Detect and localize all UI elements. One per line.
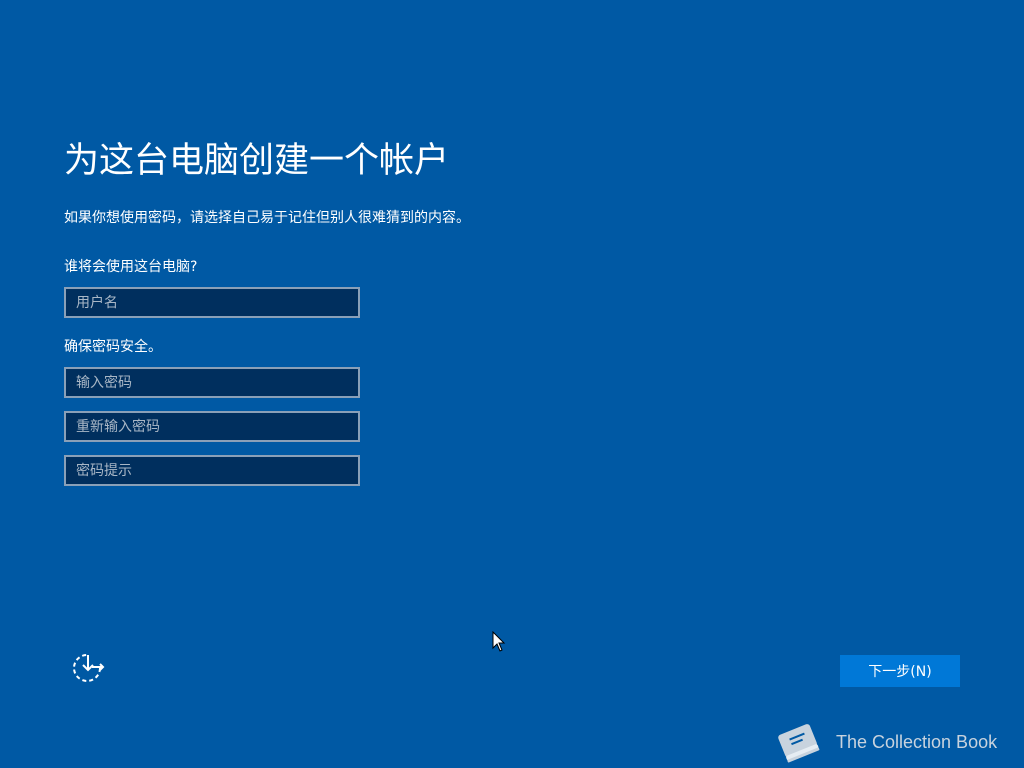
password-section-label: 确保密码安全。 [64, 339, 162, 355]
watermark-text: The Collection Book [836, 732, 998, 752]
confirm-password-input[interactable] [64, 411, 360, 442]
mouse-cursor-icon [492, 630, 506, 653]
password-input[interactable] [64, 367, 360, 398]
watermark: The Collection Book [772, 718, 1012, 766]
book-logo-icon [772, 718, 828, 766]
ease-of-access-icon[interactable] [70, 650, 106, 686]
user-section-label: 谁将会使用这台电脑? [64, 259, 198, 275]
page-subtitle: 如果你想使用密码，请选择自己易于记住但别人很难猜到的内容。 [64, 210, 470, 226]
password-hint-input[interactable] [64, 455, 360, 486]
page-title: 为这台电脑创建一个帐户 [64, 141, 450, 181]
next-button[interactable]: 下一步(N) [840, 655, 960, 687]
username-input[interactable] [64, 287, 360, 318]
